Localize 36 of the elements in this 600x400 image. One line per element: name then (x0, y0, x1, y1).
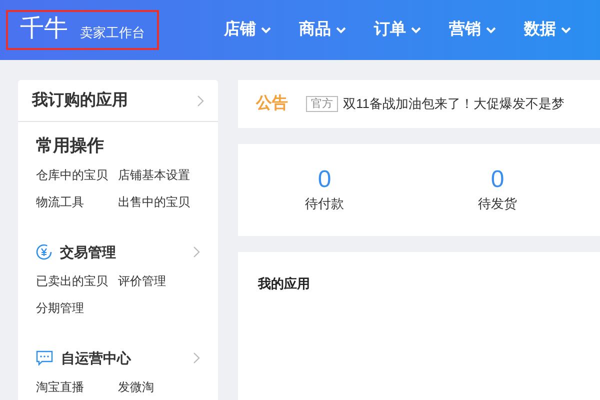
logo[interactable]: 千牛 卖家工作台 (6, 10, 159, 50)
chevron-down-icon (486, 26, 496, 34)
my-apps-title: 我的应用 (258, 276, 310, 291)
app-link[interactable]: 淘宝直播 (36, 374, 118, 400)
chevron-down-icon (261, 26, 271, 34)
app-link[interactable]: 仓库中的宝贝 (36, 162, 118, 189)
nav-menu-item[interactable]: 店铺 (224, 18, 271, 42)
nav-menu-item[interactable]: 订单 (374, 18, 421, 42)
app-link[interactable]: 物流工具 (36, 189, 118, 216)
app-link[interactable]: 发微淘 (118, 374, 200, 400)
chat-icon (36, 350, 53, 366)
sidebar-title: 我订购的应用 (32, 90, 128, 110)
chevron-down-icon (411, 26, 421, 34)
logo-text: 千牛 (20, 14, 68, 42)
notice-label: 公告 (256, 93, 288, 114)
chevron-right-icon (197, 94, 204, 106)
chevron-down-icon (336, 26, 346, 34)
app-link[interactable]: 评价管理 (118, 268, 200, 295)
official-tag: 官方 (306, 96, 338, 112)
chevron-down-icon (561, 26, 571, 34)
app-link[interactable]: 店铺基本设置 (118, 162, 200, 189)
yuan-icon (36, 244, 52, 260)
stat-label: 待发货 (478, 195, 517, 214)
section-title: 常用操作 (36, 135, 104, 158)
app-link[interactable]: 出售中的宝贝 (118, 189, 200, 216)
section-title: 交易管理 (60, 242, 116, 262)
app-link[interactable]: 已卖出的宝贝 (36, 268, 118, 295)
notice-link[interactable]: 双11备战加油包来了！大促爆发不是梦 (343, 94, 564, 114)
section-title: 自运营中心 (61, 348, 131, 368)
chevron-right-icon (193, 352, 200, 364)
stat-label: 待付款 (305, 195, 344, 214)
chevron-right-icon (193, 246, 200, 258)
logo-subtitle: 卖家工作台 (80, 24, 145, 42)
nav-menu-item[interactable]: 营销 (449, 18, 496, 42)
nav-menu-item[interactable]: 商品 (299, 18, 346, 42)
app-link[interactable]: 分期管理 (36, 295, 118, 322)
